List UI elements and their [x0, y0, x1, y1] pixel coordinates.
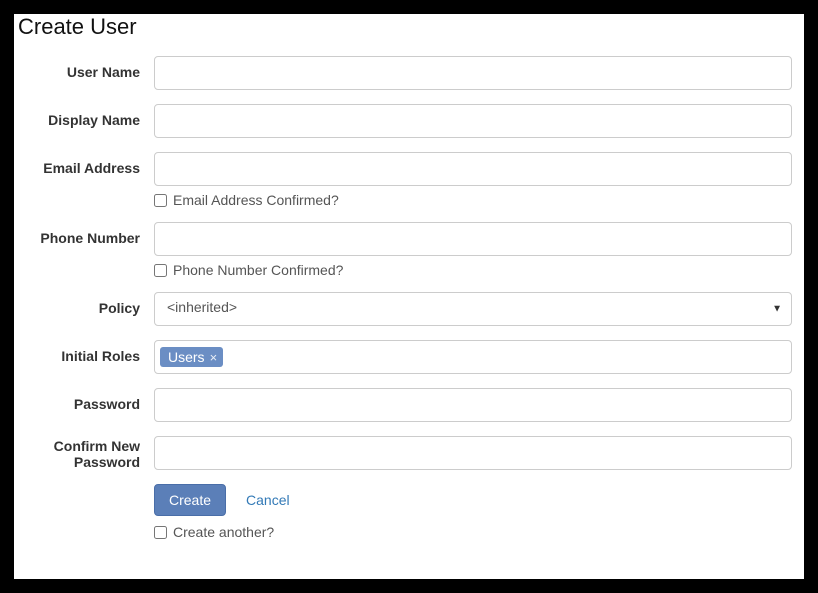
displayname-input[interactable]: [154, 104, 792, 138]
username-input[interactable]: [154, 56, 792, 90]
role-tag-label: Users: [168, 349, 205, 365]
password-label: Password: [14, 388, 154, 412]
page-title: Create User: [18, 14, 804, 40]
phone-confirmed-label: Phone Number Confirmed?: [173, 262, 343, 278]
email-confirmed-label: Email Address Confirmed?: [173, 192, 339, 208]
roles-label: Initial Roles: [14, 340, 154, 364]
phone-label: Phone Number: [14, 222, 154, 246]
policy-select[interactable]: <inherited>: [154, 292, 792, 326]
email-label: Email Address: [14, 152, 154, 176]
confirm-password-label: Confirm New Password: [14, 436, 154, 470]
password-input[interactable]: [154, 388, 792, 422]
policy-label: Policy: [14, 292, 154, 316]
username-label: User Name: [14, 56, 154, 80]
displayname-label: Display Name: [14, 104, 154, 128]
confirm-password-input[interactable]: [154, 436, 792, 470]
cancel-button[interactable]: Cancel: [236, 485, 300, 515]
close-icon[interactable]: ×: [210, 351, 218, 364]
email-confirmed-checkbox[interactable]: [154, 194, 167, 207]
roles-input[interactable]: Users ×: [154, 340, 792, 374]
phone-confirmed-checkbox[interactable]: [154, 264, 167, 277]
create-another-label: Create another?: [173, 524, 274, 540]
create-button[interactable]: Create: [154, 484, 226, 516]
create-another-checkbox[interactable]: [154, 526, 167, 539]
email-input[interactable]: [154, 152, 792, 186]
role-tag[interactable]: Users ×: [160, 347, 223, 367]
phone-input[interactable]: [154, 222, 792, 256]
